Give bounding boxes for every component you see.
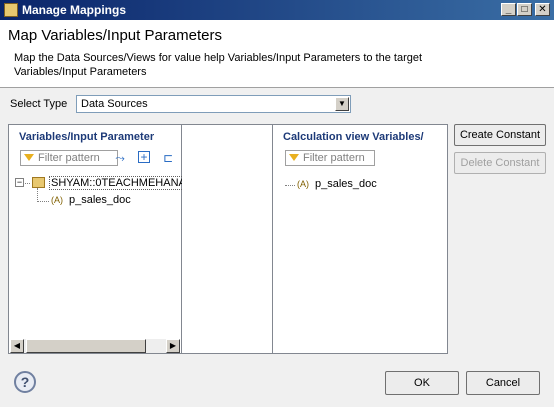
help-icon[interactable]: ? [14,371,36,393]
parameter-icon: (A) [51,195,63,205]
tree-root-label: SHYAM::0TEACHMEHANA:: [49,176,194,190]
dialog-heading: Map Variables/Input Parameters [8,27,222,44]
right-panel-title: Calculation view Variables/ [283,131,424,143]
left-filter-input[interactable]: Filter pattern [20,150,118,166]
filter-icon [24,154,34,161]
window-titlebar: Manage Mappings _ □ ✕ [0,0,554,20]
scroll-right-icon[interactable]: ▶ [166,339,180,353]
right-filter-input[interactable]: Filter pattern [285,150,375,166]
ok-button[interactable]: OK [385,371,459,395]
scroll-thumb[interactable] [26,339,146,353]
cancel-button[interactable]: Cancel [466,371,540,395]
left-horizontal-scrollbar[interactable]: ◀ ▶ [10,339,180,353]
chevron-down-icon[interactable]: ▼ [335,97,349,111]
left-filter-placeholder: Filter pattern [38,152,100,164]
tree-child-label: p_sales_doc [69,194,131,206]
collapse-icon[interactable]: − [15,178,24,187]
dialog-header: Map Variables/Input Parameters Map the D… [0,20,554,88]
parameter-icon: (A) [297,179,309,189]
filter-icon [289,154,299,161]
left-panel-title: Variables/Input Parameter [19,131,155,143]
expand-all-icon[interactable]: + [138,151,150,163]
maximize-button[interactable]: □ [517,3,532,16]
right-filter-placeholder: Filter pattern [303,152,365,164]
minimize-button[interactable]: _ [501,3,516,16]
link-icon[interactable]: ⤳ [113,151,127,165]
delete-constant-button[interactable]: Delete Constant [454,152,546,174]
scroll-left-icon[interactable]: ◀ [10,339,24,353]
right-tree-item-label: p_sales_doc [315,178,377,190]
close-button[interactable]: ✕ [535,3,550,16]
select-type-value: Data Sources [81,98,148,110]
left-panel: Variables/Input Parameter Filter pattern… [8,124,194,354]
window-title: Manage Mappings [22,3,127,17]
package-icon [32,177,45,188]
create-constant-button[interactable]: Create Constant [454,124,546,146]
select-type-dropdown[interactable]: Data Sources ▼ [76,95,351,113]
select-type-label: Select Type [10,98,68,110]
collapse-all-icon[interactable]: ⊏ [161,151,175,165]
dialog-description: Map the Data Sources/Views for value hel… [14,52,423,78]
mapping-area[interactable] [182,124,272,354]
right-panel: Calculation view Variables/ Filter patte… [272,124,448,354]
app-icon [4,3,18,17]
